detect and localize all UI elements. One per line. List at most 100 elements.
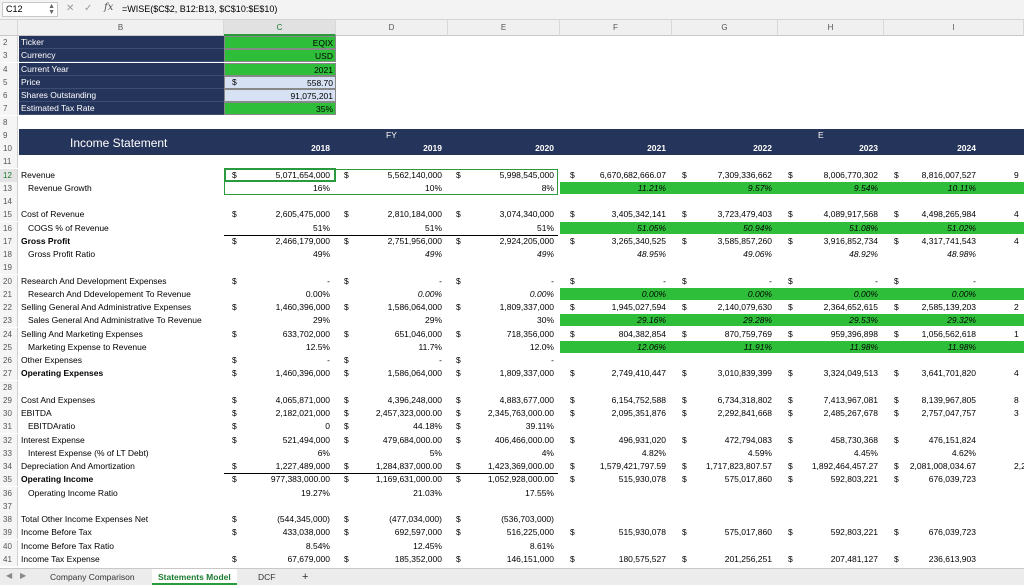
cell-value[interactable]: 11.91% [652,341,772,354]
row-header[interactable]: 30 [0,407,18,420]
cell-value[interactable]: 2,182,021,000 [210,407,330,420]
input-value-year[interactable]: 2021 [224,62,336,76]
cell-value[interactable]: 676,039,723 [856,526,976,539]
row-header[interactable]: 5 [0,75,18,89]
cell-value[interactable]: 9.57% [652,182,772,195]
cell-value[interactable]: - [210,354,330,367]
cell-value[interactable]: 1,423,369,000.00 [434,460,554,473]
cell-value[interactable]: 236,613,903 [856,553,976,566]
cell-value[interactable]: 1,809,337,000 [434,367,554,380]
cell-value[interactable]: 3,641,701,820 [856,367,976,380]
input-value-shares[interactable]: 91,075,201 [224,89,336,102]
cell-value[interactable]: 476,151,824 [856,434,976,447]
function-icon[interactable]: fx [104,2,113,13]
tab-statements-model[interactable]: Statements Model [152,569,237,585]
cell-value[interactable]: 1,586,064,000 [322,367,442,380]
cell-value[interactable]: 6,734,318,802 [652,394,772,407]
cell-value[interactable]: 49% [322,248,442,261]
cell-value[interactable]: 1,460,396,000 [210,367,330,380]
cell-value[interactable]: 1,284,837,000.00 [322,460,442,473]
cell-value[interactable]: 4,498,265,984 [856,208,976,221]
cell-value[interactable]: 1,586,064,000 [322,301,442,314]
cell-value[interactable]: 8,816,007,527 [856,169,976,182]
cell-value[interactable]: 718,356,000 [434,328,554,341]
row-header[interactable]: 20 [0,274,18,288]
cell-value[interactable]: 496,931,020 [546,434,666,447]
cell-value[interactable]: 8 [1014,394,1019,407]
cell-value[interactable]: 1,052,928,000.00 [434,473,554,486]
cell-value[interactable]: 51.05% [546,222,666,235]
row-header[interactable]: 15 [0,208,18,222]
cell-value[interactable]: 4 [1014,367,1019,380]
row-header[interactable]: 37 [0,499,18,513]
cell-value[interactable]: 30% [434,314,554,327]
row-header[interactable]: 21 [0,287,18,301]
cell-value[interactable]: 406,466,000.00 [434,434,554,447]
cell-value[interactable]: 515,930,078 [546,526,666,539]
column-header-h[interactable]: H [778,20,884,36]
row-header[interactable]: 14 [0,195,18,208]
cell-value[interactable]: 8,139,967,805 [856,394,976,407]
row-header[interactable]: 35 [0,473,18,487]
cell-value[interactable]: 2,605,475,000 [210,208,330,221]
cell-value[interactable]: - [210,275,330,288]
name-box[interactable]: C12 ▲ ▼ [2,2,58,17]
row-header[interactable]: 3 [0,49,18,63]
cell-value[interactable]: 2,095,351,876 [546,407,666,420]
cell-value[interactable]: 8.54% [210,540,330,553]
cell-value[interactable]: 6,670,682,666.07 [546,169,666,182]
cell-value[interactable]: 1,460,396,000 [210,301,330,314]
cell-value[interactable]: 2,924,205,000 [434,235,554,248]
cell-value[interactable]: 0.00% [434,288,554,301]
cell-value[interactable]: 2,466,179,000 [210,235,330,248]
row-header[interactable]: 28 [0,380,18,394]
cell-value[interactable]: 633,702,000 [210,328,330,341]
cell-value[interactable]: 4.59% [652,447,772,460]
name-box-stepper-icon[interactable]: ▲ ▼ [48,3,55,16]
cell-value[interactable]: - [434,275,554,288]
cell-value[interactable]: - [434,354,554,367]
cell-value[interactable]: 870,759,769 [652,328,772,341]
cell-value[interactable]: 2,751,956,000 [322,235,442,248]
cell-value[interactable]: 1,227,489,000 [210,460,330,473]
cell-value[interactable]: 48.98% [856,248,976,261]
input-value-currency[interactable]: USD [224,49,336,63]
cell-value[interactable]: 0.00% [546,288,666,301]
cell-value[interactable]: 3 [1014,407,1019,420]
cell-value[interactable]: 11.98% [856,341,976,354]
cell-value[interactable]: 4 [1014,235,1019,248]
cell-value[interactable]: 1,169,631,000.00 [322,473,442,486]
cell-value[interactable]: 44.18% [322,420,442,433]
cell-value[interactable]: 0.00% [652,288,772,301]
cell-value[interactable]: 7,309,336,662 [652,169,772,182]
column-header-e[interactable]: E [448,20,560,36]
cell-value[interactable]: 977,383,000.00 [210,473,330,486]
cell-value[interactable]: 804,382,854 [546,328,666,341]
cell-value[interactable]: 51% [434,222,554,235]
row-header[interactable]: 41 [0,552,18,566]
cell-value[interactable]: 515,930,078 [546,473,666,486]
cell-value[interactable]: 3,265,340,525 [546,235,666,248]
cell-value[interactable]: 2,345,763,000.00 [434,407,554,420]
cell-value[interactable]: 29.28% [652,314,772,327]
cell-value[interactable]: (536,703,000) [434,513,554,526]
add-sheet-button[interactable]: + [296,569,314,585]
cell-value[interactable]: 3,010,839,399 [652,367,772,380]
cell-value[interactable]: 51% [322,222,442,235]
tab-company-comparison[interactable]: Company Comparison [44,569,141,585]
cell-value[interactable]: 3,585,857,260 [652,235,772,248]
row-header[interactable]: 2 [0,36,18,49]
row-header[interactable]: 9 [0,128,18,142]
row-header[interactable]: 26 [0,354,18,367]
row-header[interactable]: 4 [0,62,18,76]
cell-value[interactable]: 1,945,027,594 [546,301,666,314]
row-header[interactable]: 12 [0,168,18,182]
row-header[interactable]: 40 [0,539,18,553]
cell-value[interactable]: 2,749,410,447 [546,367,666,380]
cell-value[interactable]: 49% [434,248,554,261]
cell-value[interactable]: 0.00% [856,288,976,301]
cell-value[interactable]: 51% [210,222,330,235]
cell-value[interactable]: 3,405,342,141 [546,208,666,221]
cell-value[interactable]: 2,292,841,668 [652,407,772,420]
cell-value[interactable]: 29% [322,314,442,327]
